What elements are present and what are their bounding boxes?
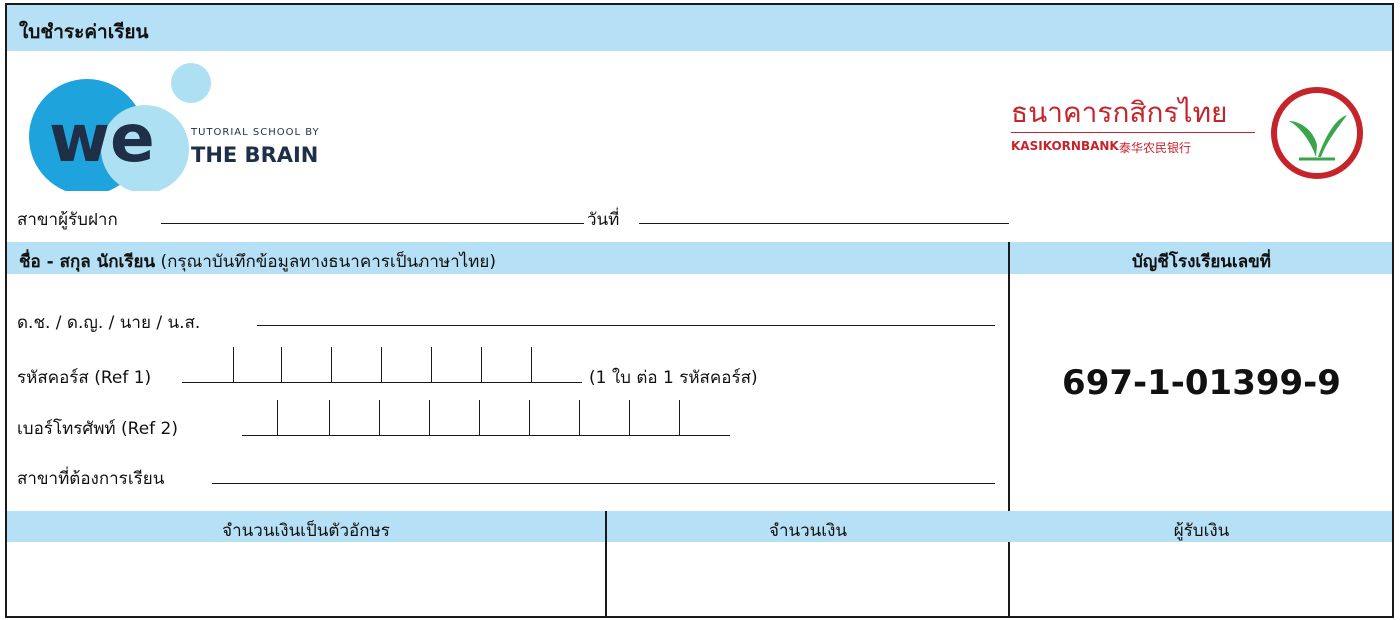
- phone-divider: [479, 400, 480, 436]
- desired-branch-field[interactable]: [212, 483, 995, 484]
- bank-logo: ธนาคารกสิกรไทย KASIKORNBANK 泰华农民银行: [1007, 85, 1367, 185]
- course-code-field[interactable]: [182, 382, 582, 383]
- bank-emblem-icon: [1271, 87, 1363, 179]
- phone-divider: [679, 400, 680, 436]
- account-number: 697-1-01399-9: [1062, 363, 1341, 403]
- slip-title: ใบชำระค่าเรียน: [19, 21, 149, 43]
- phone-divider: [429, 400, 430, 436]
- we-mark-text: we: [49, 100, 155, 177]
- receiver-header: ผู้รับเงิน: [1173, 521, 1230, 541]
- amount-text-box[interactable]: [7, 542, 605, 616]
- student-name-header-note: (กรุณาบันทึกข้อมูลทางธนาคารเป็นภาษาไทย): [160, 252, 496, 272]
- course-code-divider: [281, 347, 282, 383]
- payment-slip: ใบชำระค่าเรียน we TUTORIAL SCHOOL BY THE…: [5, 3, 1394, 618]
- we-logo-graphic: we: [29, 63, 211, 195]
- phone-divider: [529, 400, 530, 436]
- phone-divider: [277, 400, 278, 436]
- course-code-label: รหัสคอร์ส (Ref 1): [17, 368, 152, 388]
- bank-name-cn: 泰华农民银行: [1119, 141, 1192, 155]
- course-code-divider: [233, 347, 234, 383]
- phone-divider: [379, 400, 380, 436]
- bank-name-divider: [1011, 132, 1255, 133]
- bank-name-en: KASIKORNBANK: [1011, 139, 1119, 153]
- course-code-divider: [331, 347, 332, 383]
- phone-label: เบอร์โทรศัพท์ (Ref 2): [17, 419, 178, 439]
- date-label: วันที่: [587, 210, 620, 230]
- amount-text-header: จำนวนเงินเป็นตัวอักษร: [222, 521, 390, 541]
- student-name-header: ชื่อ - สกุล นักเรียน (กรุณาบันทึกข้อมูลท…: [19, 248, 496, 275]
- title-band: ใบชำระค่าเรียน: [7, 5, 1392, 51]
- title-prefix-label: ด.ช. / ด.ญ. / นาย / น.ส.: [17, 313, 201, 333]
- student-name-field[interactable]: [257, 325, 995, 326]
- amount-header: จำนวนเงิน: [768, 521, 848, 541]
- bank-name-thai: ธนาคารกสิกรไทย: [1011, 96, 1228, 129]
- course-code-divider: [531, 347, 532, 383]
- course-code-divider: [381, 347, 382, 383]
- depositor-branch-label: สาขาผู้รับฝาก: [17, 210, 118, 230]
- phone-field[interactable]: [242, 435, 730, 436]
- desired-branch-label: สาขาที่ต้องการเรียน: [17, 469, 165, 489]
- course-code-divider: [431, 347, 432, 383]
- course-code-divider: [481, 347, 482, 383]
- phone-divider: [629, 400, 630, 436]
- phone-divider: [329, 400, 330, 436]
- account-header: บัญชีโรงเรียนเลขที่: [1132, 252, 1271, 272]
- amount-box[interactable]: [607, 542, 1008, 616]
- course-code-note: (1 ใบ ต่อ 1 รหัสคอร์ส): [589, 368, 758, 388]
- school-logo-line1: TUTORIAL SCHOOL BY: [191, 127, 320, 138]
- depositor-branch-field[interactable]: [161, 223, 584, 224]
- phone-divider: [579, 400, 580, 436]
- date-field[interactable]: [639, 223, 1009, 224]
- student-name-header-bold: ชื่อ - สกุล นักเรียน: [19, 252, 156, 272]
- school-logo: we TUTORIAL SCHOOL BY THE BRAIN: [21, 61, 361, 195]
- receiver-box[interactable]: [1010, 542, 1392, 616]
- school-logo-line2: THE BRAIN: [191, 143, 319, 167]
